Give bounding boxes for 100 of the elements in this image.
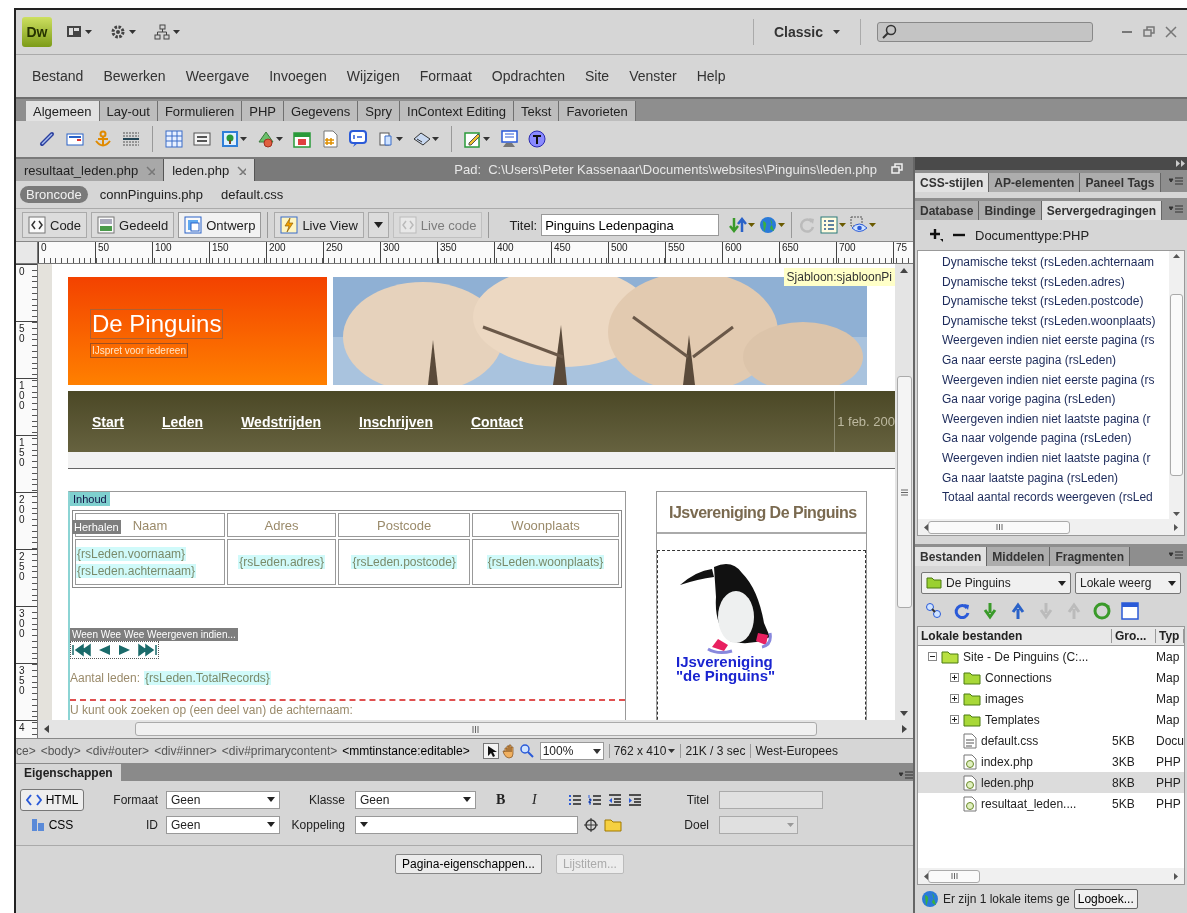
search-field[interactable] bbox=[877, 22, 1093, 42]
list-item[interactable]: Dynamische tekst (rsLeden.achternaam bbox=[942, 253, 1169, 273]
file-row[interactable]: images Map bbox=[918, 688, 1184, 709]
menu-item[interactable]: Help bbox=[686, 68, 736, 84]
scroll-icon[interactable] bbox=[413, 130, 431, 148]
list-item[interactable]: Ga naar laatste pagina (rsLeden) bbox=[942, 468, 1169, 489]
menu-item[interactable]: Weergave bbox=[175, 68, 260, 84]
tag-link[interactable]: <body> bbox=[40, 744, 81, 758]
rule-icon[interactable] bbox=[122, 130, 140, 148]
table-icon[interactable] bbox=[165, 130, 183, 148]
link-field[interactable] bbox=[355, 815, 578, 834]
file-row[interactable]: index.php 3KB PHP bbox=[918, 751, 1184, 772]
menu-item[interactable]: Formaat bbox=[409, 68, 482, 84]
insert-tab[interactable]: Gegevens bbox=[284, 101, 359, 121]
globe-icon[interactable] bbox=[759, 216, 778, 234]
down-arrow-icon[interactable] bbox=[900, 711, 908, 716]
list-item[interactable]: Dynamische tekst (rsLeden.adres) bbox=[942, 272, 1169, 293]
calendar-icon[interactable] bbox=[293, 130, 311, 148]
panel-menu-icon[interactable] bbox=[1169, 551, 1183, 561]
list-item[interactable]: Ga naar eerste pagina (rsLeden) bbox=[942, 350, 1169, 371]
menu-item[interactable]: Site bbox=[575, 68, 620, 84]
zoom-select[interactable]: 100% bbox=[539, 742, 604, 760]
caret-icon[interactable] bbox=[748, 223, 756, 227]
horizontal-scrollbar[interactable] bbox=[38, 720, 913, 738]
layout-icon[interactable] bbox=[66, 24, 82, 40]
insert-tab[interactable]: Lay-out bbox=[99, 101, 158, 121]
panel-tab[interactable]: Database bbox=[915, 201, 980, 220]
tag-link[interactable]: <mmtinstance:editable> bbox=[342, 744, 470, 758]
settings-icon[interactable] bbox=[110, 24, 126, 40]
expand-icon[interactable] bbox=[950, 694, 959, 703]
list-item[interactable]: Weergeven indien niet laatste pagina (r bbox=[942, 448, 1169, 469]
caret-icon[interactable] bbox=[396, 137, 403, 141]
right-arrow-icon[interactable] bbox=[1174, 523, 1178, 531]
tag-link[interactable]: <div#inner> bbox=[154, 744, 217, 758]
menu-item[interactable]: Invoegen bbox=[259, 68, 337, 84]
image-icon[interactable] bbox=[221, 130, 239, 148]
left-arrow-icon[interactable] bbox=[44, 725, 49, 733]
window-size[interactable]: 762 x 410 bbox=[613, 744, 667, 758]
file-row[interactable]: Site - De Pinguins (C:... Map bbox=[918, 646, 1184, 667]
envelope-icon[interactable] bbox=[66, 130, 84, 148]
column-header[interactable]: Gro... bbox=[1112, 629, 1156, 643]
menu-item[interactable]: Opdrachten bbox=[481, 68, 575, 84]
panel-tab[interactable]: Middelen bbox=[987, 547, 1051, 566]
panel-tab[interactable]: Servergedragingen bbox=[1041, 201, 1163, 220]
horizontal-scrollbar[interactable] bbox=[918, 868, 1184, 884]
up-arrow-icon[interactable] bbox=[900, 268, 908, 273]
menu-item[interactable]: Bestand bbox=[22, 68, 94, 84]
panel-tab[interactable]: Paneel Tags bbox=[1080, 173, 1161, 192]
class-select[interactable]: Geen bbox=[355, 790, 476, 809]
panel-tab[interactable]: Bindinge bbox=[979, 201, 1042, 220]
file-row[interactable]: Connections Map bbox=[918, 667, 1184, 688]
panel-menu-icon[interactable] bbox=[899, 771, 913, 781]
indent-icon[interactable] bbox=[628, 793, 642, 806]
caret-icon[interactable] bbox=[276, 137, 283, 141]
nav-link[interactable]: Inschrijven bbox=[359, 413, 433, 430]
bullet-list-icon[interactable] bbox=[568, 793, 582, 806]
caret-icon[interactable] bbox=[483, 137, 490, 141]
zoom-icon[interactable] bbox=[518, 743, 535, 759]
file-row[interactable]: leden.php 8KB PHP bbox=[918, 772, 1184, 793]
panel-tab[interactable]: CSS-stijlen bbox=[915, 173, 990, 192]
document-tab[interactable]: resultaat_leden.php bbox=[16, 159, 165, 181]
numbered-list-icon[interactable] bbox=[588, 793, 602, 806]
eye-icon[interactable] bbox=[850, 216, 869, 234]
collapse-icon[interactable] bbox=[928, 652, 937, 661]
file-row[interactable]: default.css 5KB Docu bbox=[918, 730, 1184, 751]
mode-button[interactable]: HTML bbox=[20, 788, 84, 811]
expand-icon[interactable] bbox=[950, 715, 959, 724]
close-icon[interactable] bbox=[1165, 26, 1177, 38]
related-file-link[interactable]: connPinguins.php bbox=[93, 186, 209, 203]
add-icon[interactable] bbox=[929, 228, 943, 242]
workspace-switcher[interactable]: Classic bbox=[761, 24, 852, 40]
vertical-scrollbar[interactable] bbox=[1169, 251, 1184, 519]
check-in-icon[interactable] bbox=[1065, 602, 1083, 620]
first-page-icon[interactable] bbox=[72, 643, 91, 657]
caret-icon[interactable] bbox=[668, 749, 676, 753]
up-arrow-icon[interactable] bbox=[1173, 254, 1180, 258]
list-item[interactable]: Dynamische tekst (rsLeden.postcode) bbox=[942, 292, 1169, 312]
nav-link[interactable]: Start bbox=[92, 413, 124, 430]
left-arrow-icon[interactable] bbox=[924, 872, 928, 880]
upload-icon[interactable] bbox=[1009, 602, 1027, 620]
right-arrow-icon[interactable] bbox=[902, 725, 907, 733]
panel-tab[interactable]: AP-elementen bbox=[989, 173, 1081, 192]
panel-menu-icon[interactable] bbox=[1169, 177, 1183, 187]
caret-icon[interactable] bbox=[85, 30, 92, 34]
caret-icon[interactable] bbox=[173, 30, 180, 34]
check-out-icon[interactable] bbox=[1037, 602, 1055, 620]
connect-icon[interactable] bbox=[925, 602, 943, 620]
vertical-scrollbar[interactable] bbox=[895, 264, 913, 720]
insert-tab[interactable]: Favorieten bbox=[559, 101, 636, 121]
list-item[interactable]: Ga naar vorige pagina (rsLeden) bbox=[942, 390, 1169, 410]
caret-icon[interactable] bbox=[129, 30, 136, 34]
site-select[interactable]: De Pinguins bbox=[921, 572, 1071, 594]
caret-icon[interactable] bbox=[833, 30, 840, 34]
title-field[interactable]: Pinguins Ledenpagina bbox=[541, 214, 720, 236]
restore-icon[interactable] bbox=[891, 163, 903, 175]
refresh-icon[interactable] bbox=[953, 602, 971, 620]
view-button[interactable]: Code bbox=[22, 212, 88, 238]
list-item[interactable]: Weergeven indien niet laatste pagina (r bbox=[942, 409, 1169, 430]
outdent-icon[interactable] bbox=[608, 793, 622, 806]
page-properties-button[interactable]: Pagina-eigenschappen... bbox=[395, 854, 542, 874]
